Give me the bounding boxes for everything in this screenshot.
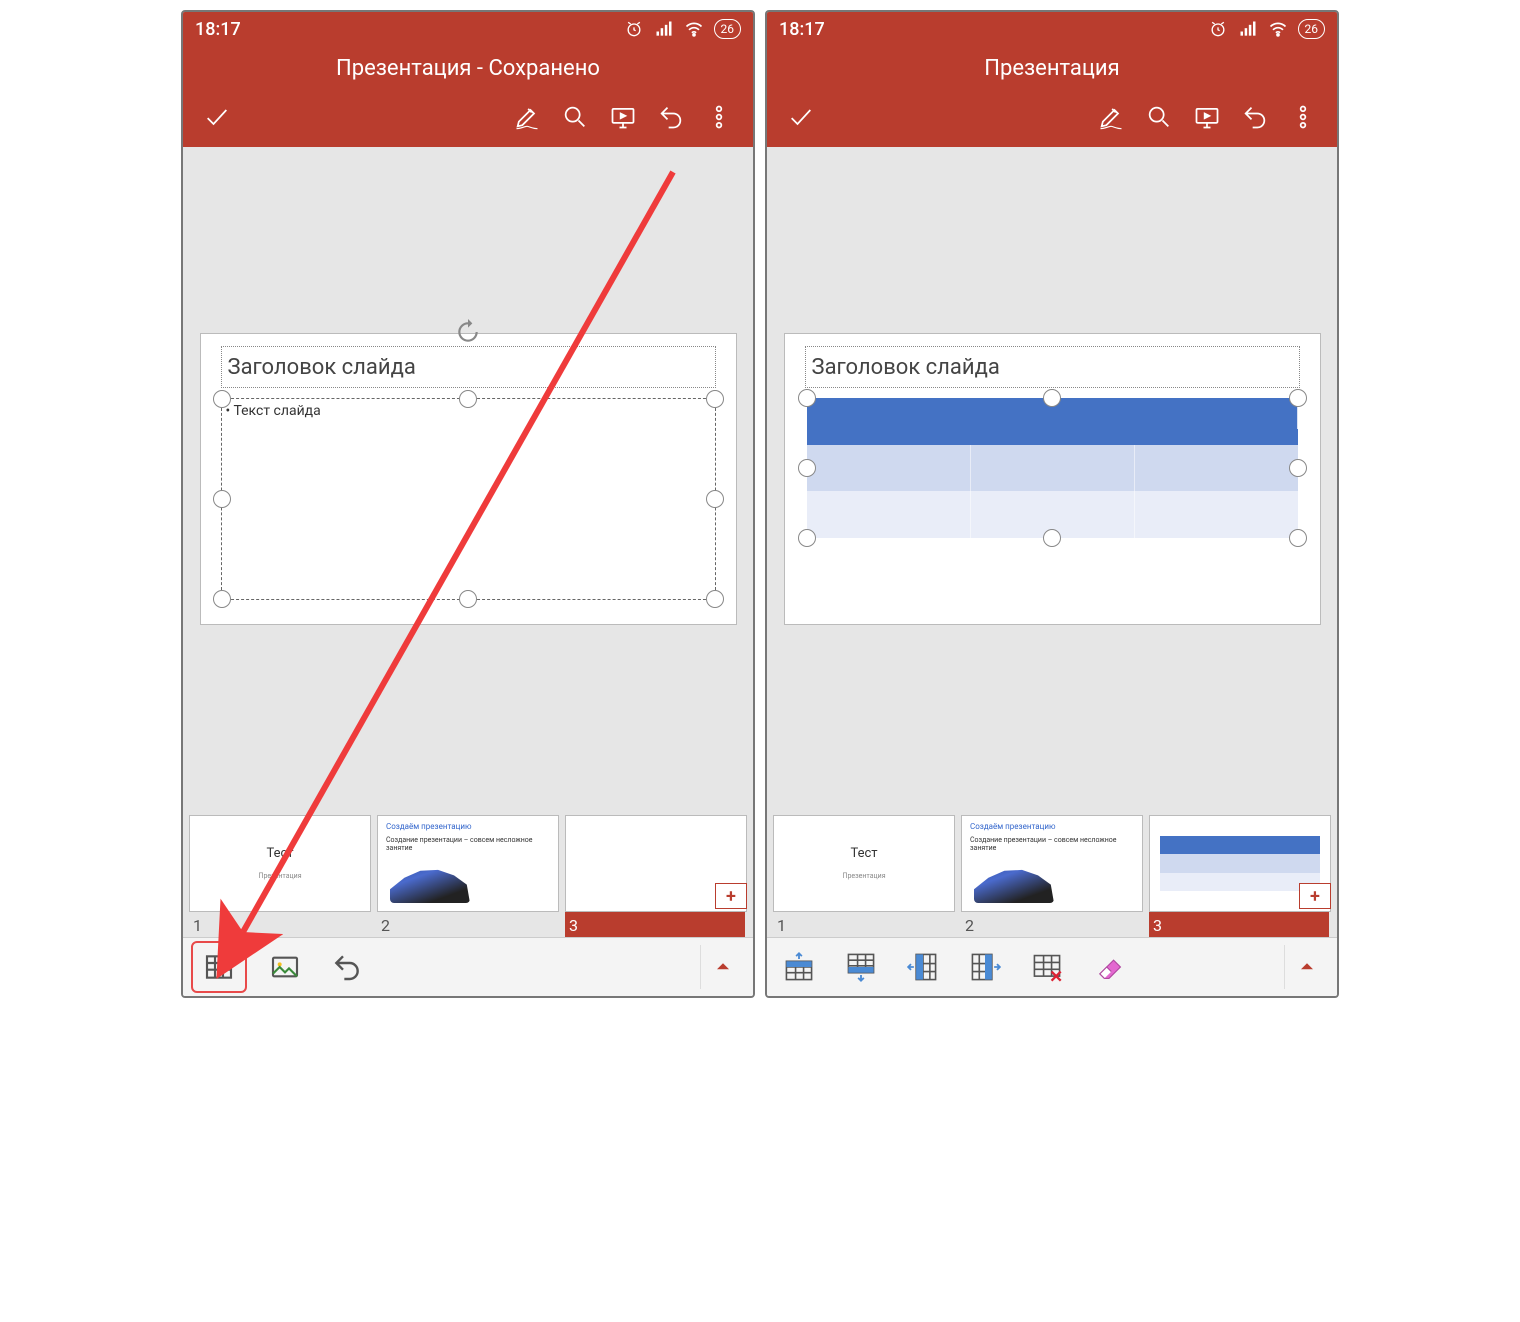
selection-handles[interactable] <box>222 399 715 599</box>
slide-title-text: Заголовок слайда <box>812 355 1000 380</box>
battery-value: 26 <box>1305 22 1319 36</box>
current-slide[interactable]: Заголовок слайда Текст слайда <box>200 333 737 625</box>
expand-toolbar-button[interactable] <box>700 945 745 989</box>
thumb2-link: Создаём презентацию <box>386 822 471 831</box>
add-slide-label: + <box>726 886 736 907</box>
insert-image-button[interactable] <box>261 945 309 989</box>
thumb3-table-icon <box>1160 836 1320 891</box>
app-header: Презентация - Сохранено <box>183 46 753 147</box>
alarm-icon <box>1208 19 1228 39</box>
delete-table-button[interactable] <box>1023 945 1071 989</box>
insert-column-left-button[interactable] <box>899 945 947 989</box>
thumb2-line: Создание презентации – совсем несложное … <box>970 836 1142 852</box>
slide-title-text: Заголовок слайда <box>228 355 416 380</box>
app-header: Презентация <box>767 46 1337 147</box>
thumb1-subtitle: Презентация <box>258 872 301 880</box>
slide-thumbnails: Тест Презентация 1 Создаём презентацию С… <box>183 811 753 937</box>
slide-editor[interactable]: Заголовок слайда Текст слайда <box>183 147 753 811</box>
status-time: 18:17 <box>779 19 825 40</box>
slide-editor[interactable]: Заголовок слайда <box>767 147 1337 811</box>
thumb-slide-3[interactable]: 3 <box>565 815 745 937</box>
insert-row-below-button[interactable] <box>837 945 885 989</box>
undo-button[interactable] <box>647 97 695 137</box>
more-button[interactable] <box>695 97 743 137</box>
current-slide[interactable]: Заголовок слайда <box>784 333 1321 625</box>
statusbar: 18:17 26 <box>183 12 753 46</box>
thumb3-number: 3 <box>565 912 745 937</box>
wifi-icon <box>684 19 704 39</box>
thumb2-line: Создание презентации – совсем несложное … <box>386 836 558 852</box>
rotate-handle-icon[interactable] <box>455 319 481 345</box>
thumb2-image <box>390 857 470 903</box>
add-slide-button[interactable]: + <box>715 883 747 909</box>
bottom-toolbar <box>183 937 753 996</box>
pen-button[interactable] <box>1087 97 1135 137</box>
phone-screenshot-left: 18:17 26 Презентация - Сохранено <box>181 10 755 998</box>
thumb2-number: 2 <box>377 912 557 937</box>
status-time: 18:17 <box>195 19 241 40</box>
undo-bottom-button[interactable] <box>323 945 371 989</box>
done-button[interactable] <box>777 97 825 137</box>
battery-indicator: 26 <box>714 19 742 39</box>
more-button[interactable] <box>1279 97 1327 137</box>
expand-toolbar-button[interactable] <box>1284 945 1329 989</box>
done-button[interactable] <box>193 97 241 137</box>
signal-icon <box>1238 19 1258 39</box>
thumb-slide-2[interactable]: Создаём презентацию Создание презентации… <box>961 815 1141 937</box>
thumb1-title: Тест <box>850 846 877 861</box>
thumb1-title: Тест <box>266 846 293 861</box>
add-slide-button[interactable]: + <box>1299 883 1331 909</box>
slide-title-placeholder[interactable]: Заголовок слайда <box>805 346 1300 388</box>
thumb1-number: 1 <box>773 912 953 937</box>
insert-column-right-button[interactable] <box>961 945 1009 989</box>
battery-indicator: 26 <box>1298 19 1326 39</box>
thumb-slide-1[interactable]: Тест Презентация 1 <box>773 815 953 937</box>
insert-row-above-button[interactable] <box>775 945 823 989</box>
search-button[interactable] <box>551 97 599 137</box>
present-button[interactable] <box>599 97 647 137</box>
document-title: Презентация - Сохранено <box>183 46 753 93</box>
battery-value: 26 <box>721 22 735 36</box>
thumb-slide-1[interactable]: Тест Презентация 1 <box>189 815 369 937</box>
undo-button[interactable] <box>1231 97 1279 137</box>
statusbar: 18:17 26 <box>767 12 1337 46</box>
eraser-button[interactable] <box>1085 945 1133 989</box>
thumb2-number: 2 <box>961 912 1141 937</box>
add-slide-label: + <box>1310 886 1320 907</box>
slide-title-placeholder[interactable]: Заголовок слайда <box>221 346 716 388</box>
insert-table-button[interactable] <box>191 941 247 993</box>
signal-icon <box>654 19 674 39</box>
alarm-icon <box>624 19 644 39</box>
thumb1-number: 1 <box>189 912 369 937</box>
wifi-icon <box>1268 19 1288 39</box>
thumb1-subtitle: Презентация <box>842 872 885 880</box>
phone-screenshot-right: 18:17 26 Презентация <box>765 10 1339 998</box>
body-bullet-text: Текст слайда <box>226 403 321 419</box>
main-toolbar <box>767 93 1337 147</box>
thumb3-number: 3 <box>1149 912 1329 937</box>
thumb-slide-3[interactable]: 3 <box>1149 815 1329 937</box>
pen-button[interactable] <box>503 97 551 137</box>
table-tools-toolbar <box>767 937 1337 996</box>
thumb2-link: Создаём презентацию <box>970 822 1055 831</box>
thumb2-image <box>974 857 1054 903</box>
search-button[interactable] <box>1135 97 1183 137</box>
present-button[interactable] <box>1183 97 1231 137</box>
thumb-slide-2[interactable]: Создаём презентацию Создание презентации… <box>377 815 557 937</box>
inserted-table[interactable] <box>807 398 1298 538</box>
main-toolbar <box>183 93 753 147</box>
document-title: Презентация <box>767 46 1337 93</box>
slide-thumbnails: Тест Презентация 1 Создаём презентацию С… <box>767 811 1337 937</box>
slide-body-placeholder[interactable]: Текст слайда <box>221 398 716 600</box>
